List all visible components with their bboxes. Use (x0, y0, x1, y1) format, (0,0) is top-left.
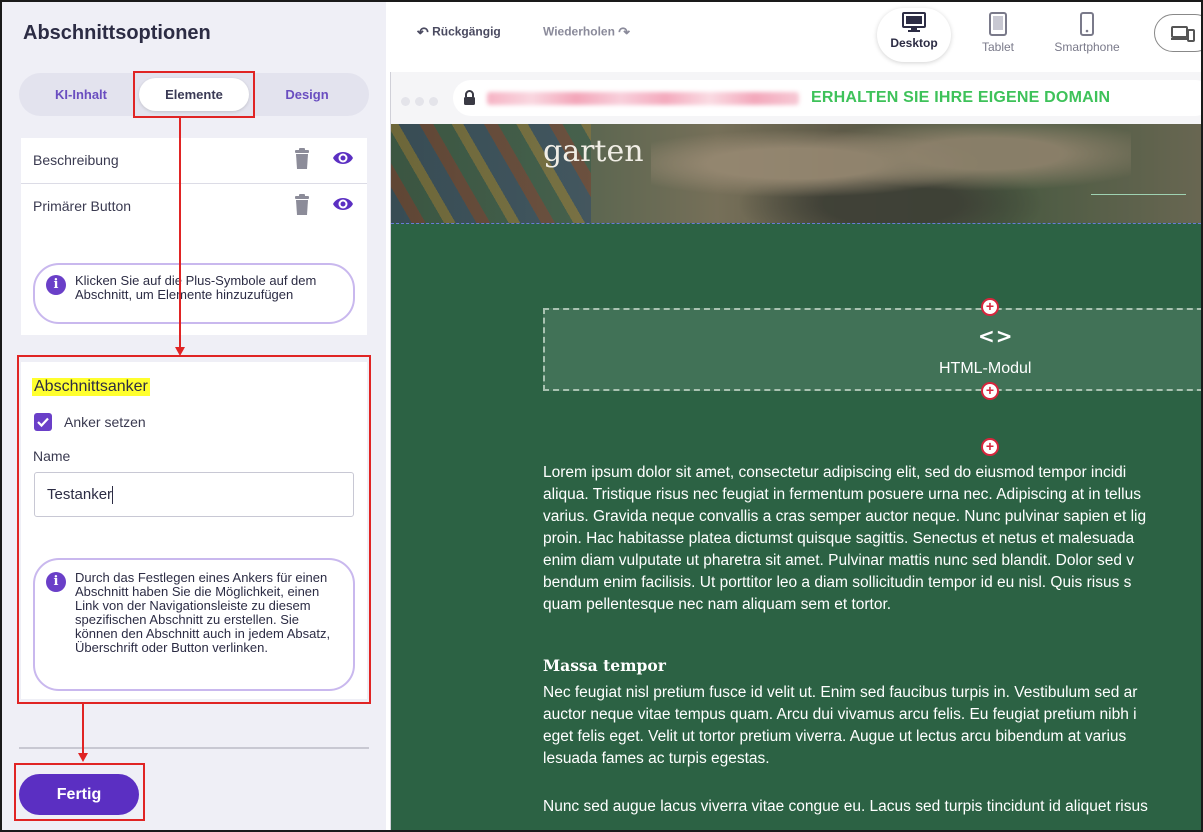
editor-window: Abschnittsoptionen KI-Inhalt Elemente De… (0, 0, 1203, 832)
content-section[interactable]: <> HTML-Modul + + + Lorem ipsum dolor si… (391, 223, 1201, 830)
add-element-icon[interactable]: + (981, 438, 999, 456)
html-module[interactable]: <> HTML-Modul (543, 308, 1201, 391)
responsive-icon (1171, 26, 1195, 42)
undo-icon: ↶ (417, 24, 429, 40)
add-element-icon[interactable]: + (981, 382, 999, 400)
element-row: Primärer Button (21, 184, 367, 230)
code-icon: <> (978, 324, 1014, 348)
get-domain-link[interactable]: ERHALTEN SIE IHRE EIGENE DOMAIN (811, 89, 1110, 107)
address-bar: ERHALTEN SIE IHRE EIGENE DOMAIN (391, 72, 1201, 124)
smartphone-icon (1080, 12, 1094, 36)
panel-title: Abschnittsoptionen (23, 22, 211, 44)
elements-hint-text: Klicken Sie auf die Plus-Symbole auf dem… (75, 273, 317, 302)
device-label: Tablet (981, 40, 1015, 54)
blurred-url (487, 92, 799, 105)
undo-button[interactable]: ↶ Rückgängig (417, 24, 501, 41)
window-dots (401, 93, 443, 111)
annotation-box-anchor-section (17, 355, 371, 704)
lock-icon (464, 90, 475, 105)
tablet-icon (989, 12, 1007, 36)
device-label: Smartphone (1054, 40, 1120, 54)
add-element-icon[interactable]: + (981, 298, 999, 316)
hero-text: garten (543, 134, 644, 169)
device-smartphone-button[interactable]: Smartphone (1044, 8, 1130, 62)
url-field: ERHALTEN SIE IHRE EIGENE DOMAIN (453, 80, 1201, 116)
elements-card: Beschreibung Primärer Button i Klicken S… (21, 138, 367, 335)
section-subheading[interactable]: Massa tempor (543, 656, 666, 675)
annotation-box-elements-tab (133, 71, 255, 118)
site-preview: ERHALTEN SIE IHRE EIGENE DOMAIN garten <… (390, 72, 1201, 830)
trash-icon[interactable] (293, 148, 311, 170)
redo-label: Wiederholen (543, 24, 615, 39)
annotation-arrow-head (175, 347, 185, 356)
device-tablet-button[interactable]: Tablet (968, 8, 1028, 62)
device-desktop-button[interactable]: Desktop (877, 8, 951, 62)
hero-image: garten (391, 124, 1201, 223)
panel-divider (19, 747, 369, 749)
element-label: Beschreibung (33, 152, 119, 168)
body-paragraph[interactable]: Nunc sed augue lacus viverra vitae congu… (543, 796, 1201, 818)
tab-ki-inhalt[interactable]: KI-Inhalt (31, 78, 131, 111)
undo-label: Rückgängig (432, 24, 501, 39)
eye-icon[interactable] (332, 195, 354, 213)
annotation-box-done-button (14, 763, 145, 821)
elements-hint-box: i Klicken Sie auf die Plus-Symbole auf d… (33, 263, 355, 324)
annotation-arrow-head (78, 753, 88, 762)
annotation-arrow-line (82, 704, 84, 754)
desktop-icon (902, 12, 926, 32)
body-paragraph[interactable]: Lorem ipsum dolor sit amet, consectetur … (543, 462, 1201, 616)
info-icon: i (46, 275, 66, 295)
tab-design[interactable]: Design (257, 78, 357, 111)
hero-nav-underline (1091, 194, 1186, 195)
eye-icon[interactable] (332, 149, 354, 167)
html-module-label: HTML-Modul (939, 360, 1032, 377)
redo-icon: ↷ (618, 24, 630, 40)
body-paragraph[interactable]: Nec feugiat nisl pretium fusce id velit … (543, 682, 1201, 770)
device-label: Desktop (890, 36, 938, 50)
trash-icon[interactable] (293, 194, 311, 216)
device-responsive-button[interactable] (1154, 14, 1201, 52)
element-label: Primärer Button (33, 198, 132, 214)
redo-button[interactable]: Wiederholen ↷ (543, 24, 630, 41)
element-row: Beschreibung (21, 138, 367, 184)
annotation-arrow-line (179, 118, 181, 348)
